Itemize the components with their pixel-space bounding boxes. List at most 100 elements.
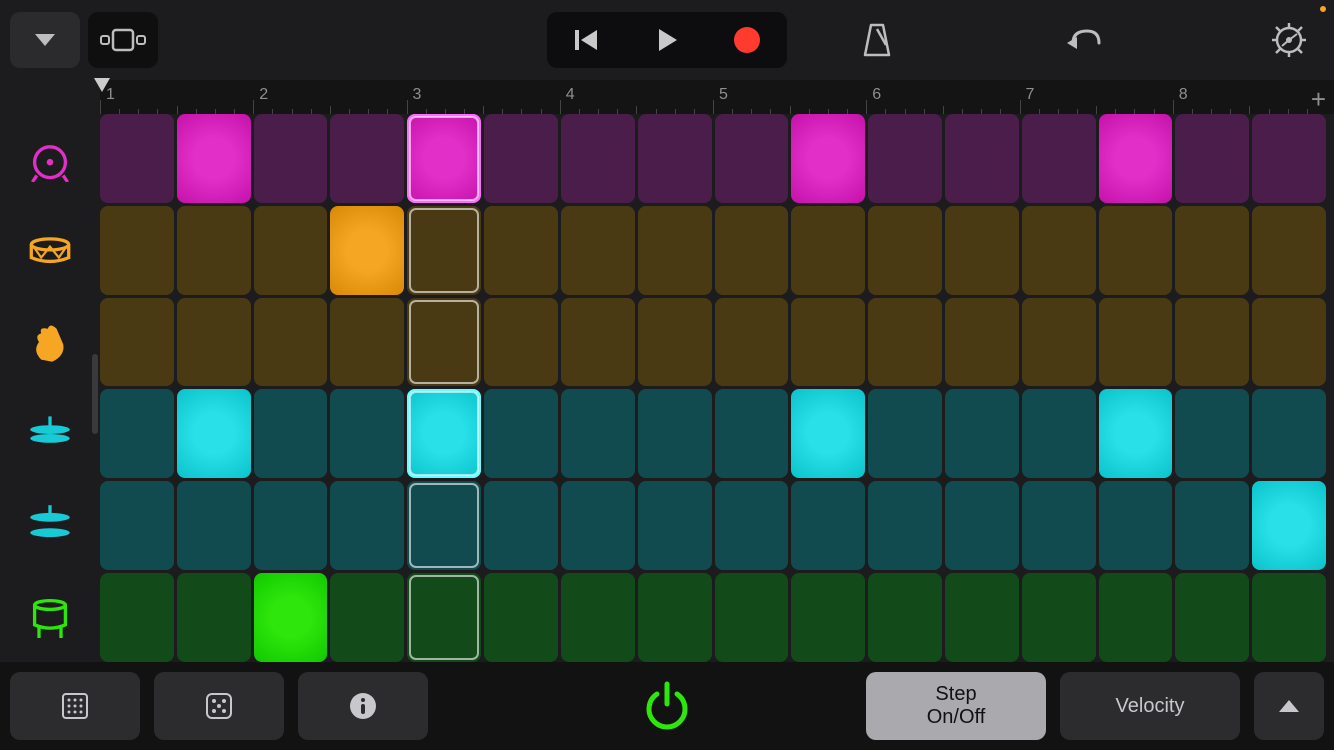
step-cell[interactable] xyxy=(1175,114,1249,203)
step-cell[interactable] xyxy=(1252,481,1326,570)
track-clap-button[interactable] xyxy=(0,297,100,388)
power-button[interactable] xyxy=(637,676,697,736)
step-cell[interactable] xyxy=(177,114,251,203)
step-cell[interactable] xyxy=(1252,389,1326,478)
step-cell[interactable] xyxy=(1022,114,1096,203)
track-tom-button[interactable] xyxy=(0,571,100,662)
track-open-hat-button[interactable] xyxy=(0,479,100,570)
step-cell[interactable] xyxy=(407,481,481,570)
step-cell[interactable] xyxy=(791,573,865,662)
velocity-button[interactable]: Velocity xyxy=(1060,672,1240,740)
step-cell[interactable] xyxy=(1022,481,1096,570)
timeline-ruler[interactable]: 12345678 + xyxy=(100,80,1334,114)
step-cell[interactable] xyxy=(254,481,328,570)
info-button[interactable] xyxy=(298,672,428,740)
step-cell[interactable] xyxy=(1022,389,1096,478)
step-cell[interactable] xyxy=(791,206,865,295)
step-cell[interactable] xyxy=(100,298,174,387)
step-cell[interactable] xyxy=(561,114,635,203)
step-cell[interactable] xyxy=(791,389,865,478)
step-cell[interactable] xyxy=(1099,573,1173,662)
step-cell[interactable] xyxy=(330,389,404,478)
step-cell[interactable] xyxy=(407,114,481,203)
browser-dropdown-button[interactable] xyxy=(10,12,80,68)
step-cell[interactable] xyxy=(254,298,328,387)
step-cell[interactable] xyxy=(254,389,328,478)
step-cell[interactable] xyxy=(1022,298,1096,387)
step-cell[interactable] xyxy=(330,298,404,387)
step-cell[interactable] xyxy=(638,114,712,203)
step-cell[interactable] xyxy=(868,298,942,387)
step-cell[interactable] xyxy=(561,206,635,295)
step-cell[interactable] xyxy=(484,206,558,295)
record-button[interactable] xyxy=(707,12,787,68)
step-cell[interactable] xyxy=(484,389,558,478)
step-cell[interactable] xyxy=(868,206,942,295)
step-cell[interactable] xyxy=(407,206,481,295)
step-cell[interactable] xyxy=(1252,114,1326,203)
expand-button[interactable] xyxy=(1254,672,1324,740)
step-cell[interactable] xyxy=(1175,206,1249,295)
step-cell[interactable] xyxy=(715,481,789,570)
step-cell[interactable] xyxy=(868,114,942,203)
step-cell[interactable] xyxy=(638,206,712,295)
step-cell[interactable] xyxy=(715,206,789,295)
step-cell[interactable] xyxy=(1175,481,1249,570)
step-cell[interactable] xyxy=(1252,573,1326,662)
step-cell[interactable] xyxy=(1252,298,1326,387)
step-cell[interactable] xyxy=(945,481,1019,570)
track-closed-hat-button[interactable] xyxy=(0,388,100,479)
step-cell[interactable] xyxy=(561,573,635,662)
step-cell[interactable] xyxy=(177,573,251,662)
step-cell[interactable] xyxy=(1175,298,1249,387)
step-cell[interactable] xyxy=(1099,481,1173,570)
step-cell[interactable] xyxy=(638,573,712,662)
settings-button[interactable] xyxy=(1254,21,1324,59)
step-cell[interactable] xyxy=(407,573,481,662)
step-cell[interactable] xyxy=(330,114,404,203)
step-cell[interactable] xyxy=(100,206,174,295)
step-cell[interactable] xyxy=(484,481,558,570)
step-cell[interactable] xyxy=(330,206,404,295)
step-cell[interactable] xyxy=(100,389,174,478)
add-bar-button[interactable]: + xyxy=(1311,84,1326,115)
step-cell[interactable] xyxy=(561,481,635,570)
patterns-button[interactable] xyxy=(10,672,140,740)
track-kick-button[interactable] xyxy=(0,114,100,205)
step-cell[interactable] xyxy=(177,389,251,478)
step-cell[interactable] xyxy=(254,206,328,295)
step-mode-button[interactable]: Step On/Off xyxy=(866,672,1046,740)
step-cell[interactable] xyxy=(945,389,1019,478)
step-cell[interactable] xyxy=(1022,206,1096,295)
step-cell[interactable] xyxy=(1175,573,1249,662)
step-cell[interactable] xyxy=(100,573,174,662)
step-cell[interactable] xyxy=(561,389,635,478)
step-cell[interactable] xyxy=(561,298,635,387)
metronome-button[interactable] xyxy=(842,21,912,59)
step-cell[interactable] xyxy=(254,573,328,662)
play-button[interactable] xyxy=(627,12,707,68)
step-cell[interactable] xyxy=(1022,573,1096,662)
step-cell[interactable] xyxy=(791,481,865,570)
step-cell[interactable] xyxy=(868,573,942,662)
step-cell[interactable] xyxy=(330,481,404,570)
step-cell[interactable] xyxy=(868,389,942,478)
step-cell[interactable] xyxy=(330,573,404,662)
step-cell[interactable] xyxy=(484,114,558,203)
go-to-start-button[interactable] xyxy=(547,12,627,68)
step-cell[interactable] xyxy=(715,573,789,662)
step-cell[interactable] xyxy=(715,114,789,203)
step-cell[interactable] xyxy=(945,206,1019,295)
step-cell[interactable] xyxy=(177,206,251,295)
step-cell[interactable] xyxy=(945,298,1019,387)
step-cell[interactable] xyxy=(1175,389,1249,478)
step-cell[interactable] xyxy=(868,481,942,570)
view-mode-button[interactable] xyxy=(88,12,158,68)
step-cell[interactable] xyxy=(1099,114,1173,203)
step-cell[interactable] xyxy=(945,114,1019,203)
step-cell[interactable] xyxy=(100,481,174,570)
step-cell[interactable] xyxy=(791,114,865,203)
step-cell[interactable] xyxy=(177,298,251,387)
step-cell[interactable] xyxy=(791,298,865,387)
step-cell[interactable] xyxy=(715,298,789,387)
